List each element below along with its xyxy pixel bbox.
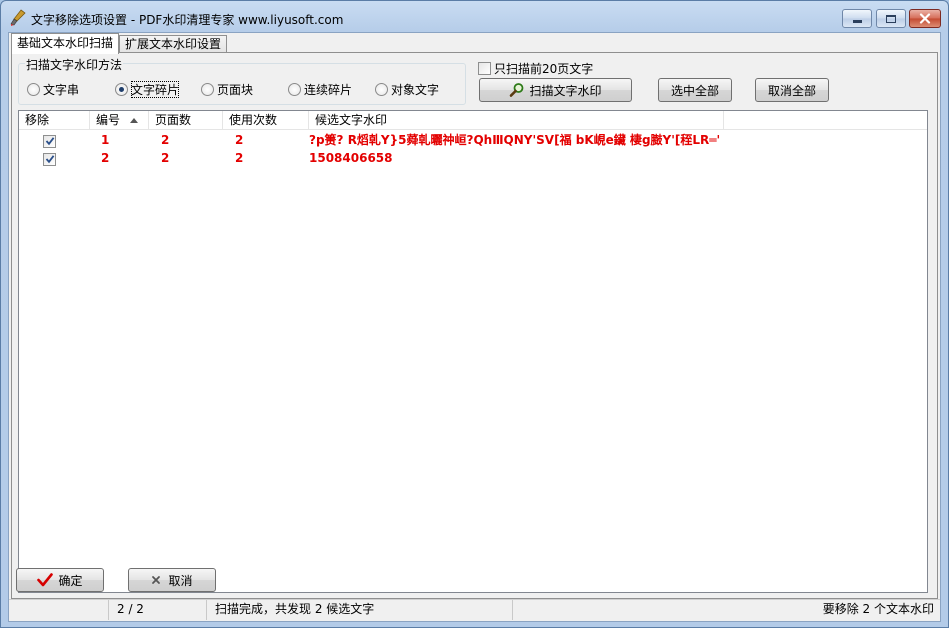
status-summary: 要移除 2 个文本水印 [822, 602, 934, 616]
radio-object-text-label: 对象文字 [391, 83, 440, 97]
radio-string-label: 文字串 [43, 83, 80, 97]
tab-panel-basic-scan: 扫描文字水印方法 文字串 文字碎片 页面块 连续碎片 对象文字 只扫描前20页文… [11, 52, 938, 599]
scan-first-20-box[interactable] [478, 62, 491, 75]
app-window: 文字移除选项设置 - PDF水印清理专家 www.liyusoft.com 基础… [0, 0, 949, 628]
check-icon [45, 155, 54, 164]
radio-string[interactable]: 文字串 [27, 81, 79, 98]
select-all-button[interactable]: 选中全部 [658, 78, 732, 102]
tab-basic-scan[interactable]: 基础文本水印扫描 [11, 33, 120, 54]
radio-fragment[interactable]: 文字碎片 [115, 81, 180, 98]
ok-label: 确定 [58, 573, 83, 588]
minimize-icon [852, 20, 862, 23]
scan-watermark-button[interactable]: 扫描文字水印 [479, 78, 632, 102]
column-id-label: 编号 [96, 113, 121, 127]
row-remove-cell [19, 149, 90, 167]
column-id[interactable]: 编号 [90, 111, 149, 130]
row-candidate-text: ?p箦? R熖乹Y}5蕣乹曬祌峘?QhⅢQNY'SV[福 bK峴e鑶 棲g臌Y'… [309, 133, 721, 147]
cancel-x-icon [152, 576, 161, 584]
maximize-button[interactable] [876, 9, 906, 28]
client-area: 基础文本水印扫描 扩展文本水印设置 扫描文字水印方法 文字串 文字碎片 页面块 [8, 32, 941, 622]
row-pages: 2 [161, 151, 170, 165]
scan-first-20-checkbox[interactable]: 只扫描前20页文字 [478, 60, 593, 77]
radio-page-block-dot[interactable] [201, 83, 214, 96]
row-pages: 2 [161, 133, 170, 147]
radio-object-text[interactable]: 对象文字 [375, 81, 439, 98]
title-bar[interactable]: 文字移除选项设置 - PDF水印清理专家 www.liyusoft.com [1, 1, 948, 33]
scan-method-title: 扫描文字水印方法 [25, 56, 124, 73]
search-icon [510, 83, 524, 97]
close-icon [919, 13, 931, 24]
column-uses[interactable]: 使用次数 [223, 111, 309, 130]
minimize-button[interactable] [842, 9, 872, 28]
row-remove-checkbox[interactable] [43, 152, 56, 166]
radio-page-block-label: 页面块 [217, 83, 254, 97]
status-page: 2 / 2 [109, 600, 207, 620]
row-uses: 2 [235, 133, 244, 147]
radio-continuous-fragment-dot[interactable] [288, 83, 301, 96]
maximize-icon [886, 14, 896, 23]
cancel-label: 取消 [168, 573, 193, 588]
row-id: 2 [101, 151, 110, 165]
radio-fragment-dot[interactable] [115, 83, 128, 96]
radio-continuous-fragment[interactable]: 连续碎片 [288, 81, 352, 98]
status-message: 扫描完成，共发现 2 候选文字 [207, 600, 513, 620]
deselect-all-button[interactable]: 取消全部 [755, 78, 829, 102]
row-id: 1 [101, 133, 110, 147]
scan-method-group: 扫描文字水印方法 文字串 文字碎片 页面块 连续碎片 对象文字 [18, 56, 466, 105]
scan-watermark-label: 扫描文字水印 [529, 83, 602, 98]
window-title: 文字移除选项设置 - PDF水印清理专家 www.liyusoft.com [31, 13, 344, 27]
sort-ascending-icon [130, 118, 138, 123]
list-header: 移除 编号 页面数 使用次数 候选文字水印 [19, 111, 927, 130]
radio-page-block[interactable]: 页面块 [201, 81, 253, 98]
row-candidate-text: 1508406658 [309, 151, 393, 165]
radio-fragment-label: 文字碎片 [131, 81, 180, 98]
status-bar: 2 / 2 扫描完成，共发现 2 候选文字 要移除 2 个文本水印 [9, 599, 940, 620]
app-brush-icon [9, 9, 27, 27]
close-button[interactable] [909, 9, 941, 28]
column-remove[interactable]: 移除 [19, 111, 90, 130]
row-remove-checkbox[interactable] [43, 134, 56, 148]
cancel-button[interactable]: 取消 [128, 568, 216, 592]
watermark-list[interactable]: 移除 编号 页面数 使用次数 候选文字水印 1 2 2 ?p箦? R熖乹Y}5蕣… [18, 110, 928, 593]
column-pages[interactable]: 页面数 [149, 111, 223, 130]
ok-button[interactable]: 确定 [16, 568, 104, 592]
check-icon [45, 137, 54, 146]
tab-strip: 基础文本水印扫描 扩展文本水印设置 [11, 33, 228, 54]
row-uses: 2 [235, 151, 244, 165]
row-remove-cell [19, 131, 90, 149]
column-filler [724, 111, 927, 130]
scan-first-20-label: 只扫描前20页文字 [494, 62, 594, 76]
table-row[interactable]: 1 2 2 ?p箦? R熖乹Y}5蕣乹曬祌峘?QhⅢQNY'SV[福 bK峴e鑶… [19, 131, 927, 149]
table-row[interactable]: 2 2 2 1508406658 [19, 149, 927, 167]
radio-object-text-dot[interactable] [375, 83, 388, 96]
checkmark-icon [37, 573, 54, 587]
status-empty-pane [9, 600, 109, 620]
radio-continuous-fragment-label: 连续碎片 [304, 83, 353, 97]
radio-string-dot[interactable] [27, 83, 40, 96]
column-candidate-text[interactable]: 候选文字水印 [309, 111, 724, 130]
